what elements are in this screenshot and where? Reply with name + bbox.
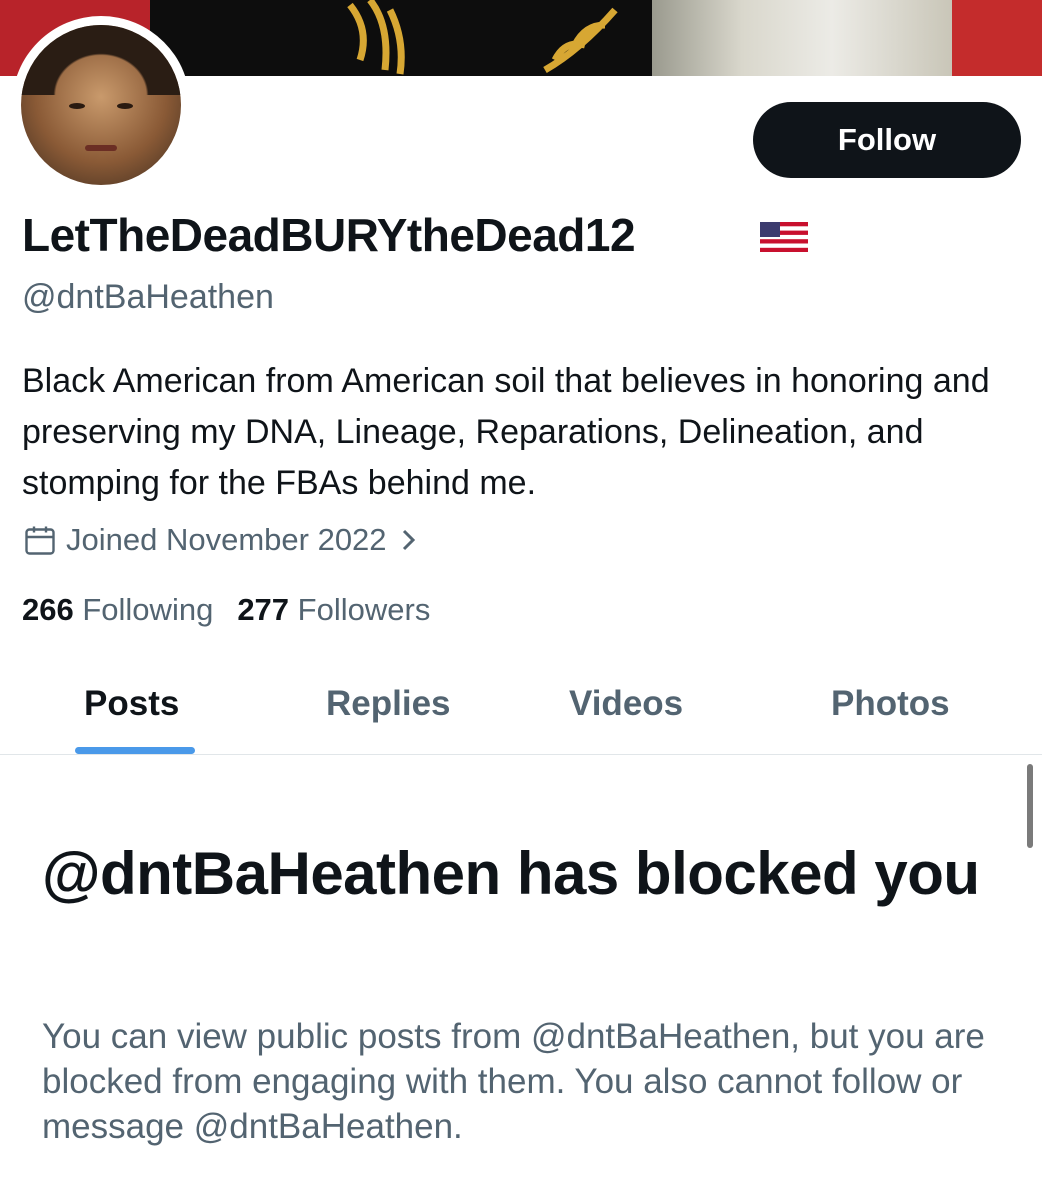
joined-label: Joined November 2022 (66, 522, 387, 557)
blocked-title: @dntBaHeathen has blocked you (42, 840, 980, 907)
followers-label: Followers (297, 592, 431, 627)
chevron-right-icon (402, 529, 415, 551)
followers-count: 277 (237, 592, 290, 627)
follow-button[interactable]: Follow (753, 102, 1021, 178)
user-handle: @dntBaHeathen (22, 278, 274, 316)
display-name: LetTheDeadBURYtheDead12 (22, 209, 636, 261)
profile-bio: Black American from American soil that b… (22, 362, 990, 502)
calendar-icon (25, 526, 55, 555)
tab-replies[interactable]: Replies (326, 684, 451, 724)
banner-gold-wreath (543, 7, 618, 74)
profile-tabs: Posts Replies Videos Photos (0, 670, 1042, 755)
banner-red-panel (952, 0, 1042, 76)
following-label: Following (82, 592, 214, 627)
following-link[interactable]: 266 Following (22, 592, 213, 628)
tab-videos[interactable]: Videos (569, 684, 683, 724)
scrollbar[interactable] (1027, 764, 1033, 848)
banner-gold-emblem (347, 0, 405, 75)
active-tab-indicator (75, 747, 195, 754)
joined-date[interactable]: Joined November 2022 (22, 522, 419, 558)
banner-dark-panel (150, 0, 710, 76)
tab-photos[interactable]: Photos (831, 684, 950, 724)
us-flag-emoji (760, 222, 808, 252)
following-count: 266 (22, 592, 74, 627)
banner-photo (652, 0, 952, 76)
follow-stats: 266 Following 277 Followers (22, 592, 430, 628)
followers-link[interactable]: 277 Followers (237, 592, 430, 628)
avatar[interactable] (12, 16, 190, 194)
tab-posts[interactable]: Posts (84, 684, 179, 724)
blocked-description: You can view public posts from @dntBaHea… (42, 1017, 985, 1146)
avatar-image (21, 25, 181, 185)
